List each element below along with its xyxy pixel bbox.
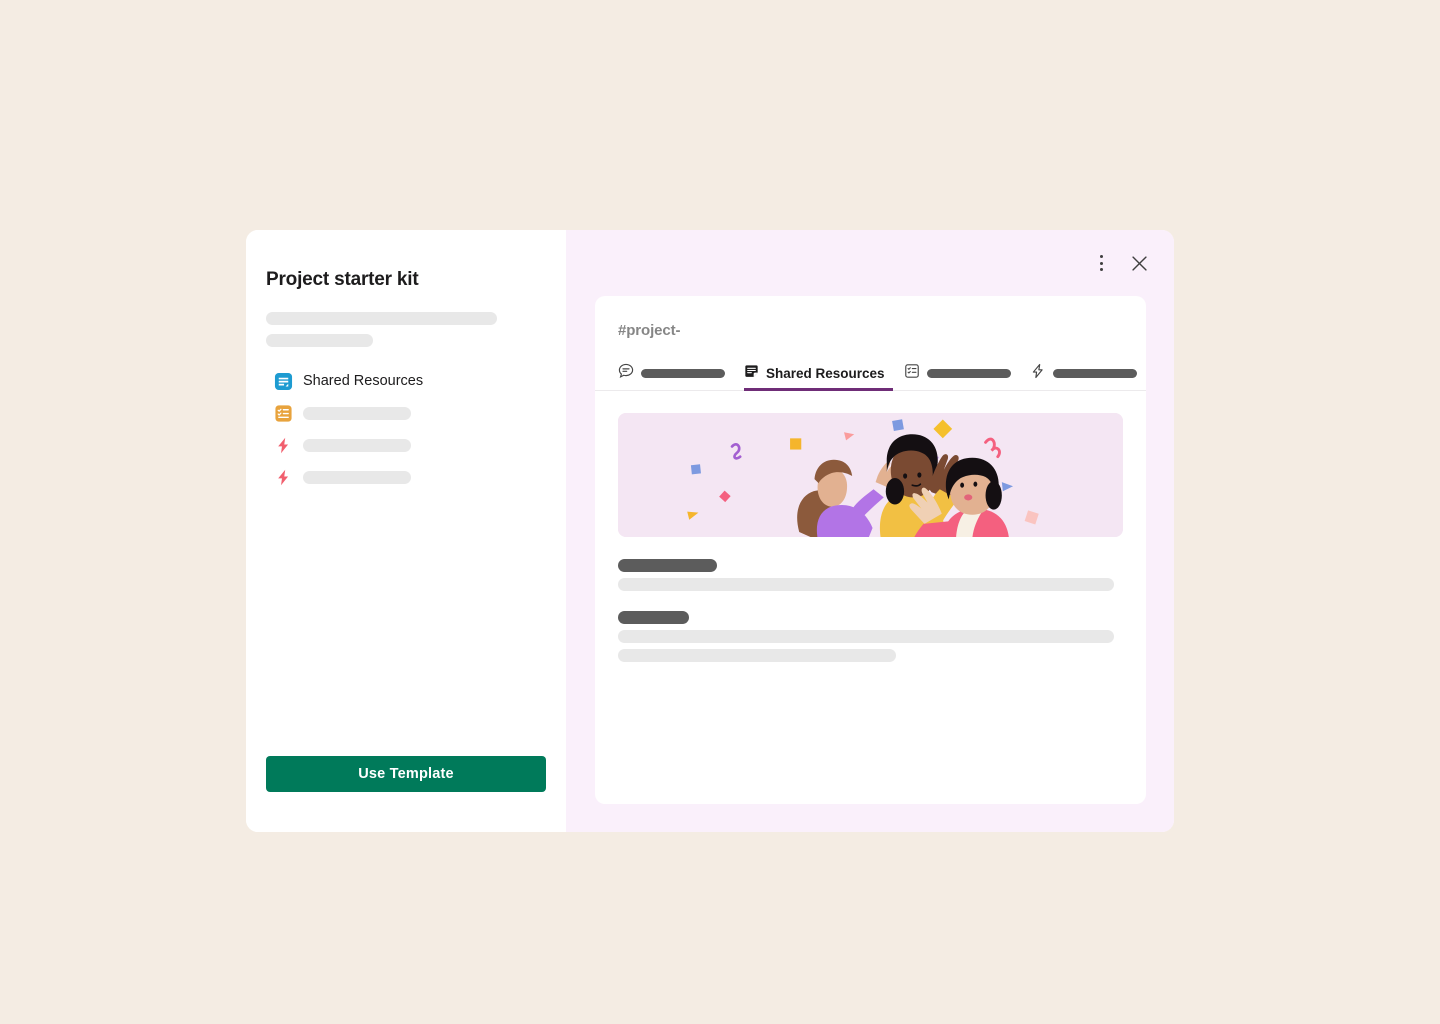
template-preview-panel: #project- Shared Resources xyxy=(566,230,1174,832)
tab-label-skeleton xyxy=(926,369,1011,378)
canvas-icon xyxy=(273,371,293,391)
content-line-skeleton-1 xyxy=(618,578,1114,591)
list-outline-icon xyxy=(904,363,920,384)
channel-tab-bar: Shared Resources xyxy=(595,339,1146,391)
content-heading-skeleton-1 xyxy=(618,559,717,572)
tab-label: Shared Resources xyxy=(766,366,885,381)
celebration-illustration xyxy=(618,413,1123,537)
channel-preview-card: #project- Shared Resources xyxy=(595,296,1146,804)
content-line-skeleton-2 xyxy=(618,630,1114,643)
use-template-button[interactable]: Use Template xyxy=(266,756,546,792)
tab-messages[interactable] xyxy=(618,359,733,391)
list-icon xyxy=(273,403,293,423)
content-skeleton-group xyxy=(618,537,1123,662)
channel-preview-body xyxy=(595,391,1146,662)
workflow-bolt-icon xyxy=(273,467,293,487)
workflow-bolt-icon xyxy=(273,435,293,455)
sidebar-item-list-placeholder[interactable] xyxy=(266,402,546,424)
messages-icon xyxy=(618,363,634,384)
tab-label-skeleton xyxy=(1052,369,1137,378)
content-line-skeleton-3 xyxy=(618,649,896,662)
template-preview-modal: Project starter kit Shared Resources Use… xyxy=(246,230,1174,832)
tab-label-skeleton xyxy=(641,369,725,378)
sidebar-item-skeleton xyxy=(303,438,411,452)
template-details-sidebar: Project starter kit Shared Resources Use… xyxy=(246,230,566,832)
sidebar-item-skeleton xyxy=(303,470,411,484)
tab-workflows[interactable] xyxy=(1030,359,1145,391)
preview-toolbar xyxy=(566,230,1174,296)
channel-name: #project- xyxy=(618,322,681,339)
sidebar-item-shared-resources[interactable]: Shared Resources xyxy=(266,370,546,392)
page-title: Project starter kit xyxy=(266,269,419,290)
sidebar-item-label: Shared Resources xyxy=(303,373,424,389)
bolt-outline-icon xyxy=(1030,363,1046,384)
sidebar-description-skeleton-line-1 xyxy=(266,312,497,325)
sidebar-item-workflow-placeholder-2[interactable] xyxy=(266,466,546,488)
tab-lists[interactable] xyxy=(904,359,1019,391)
close-icon xyxy=(1131,255,1147,271)
kebab-menu-icon xyxy=(1099,254,1103,273)
sidebar-description-skeleton-line-2 xyxy=(266,334,373,347)
sidebar-item-list: Shared Resources xyxy=(266,370,546,488)
tab-shared-resources[interactable]: Shared Resources xyxy=(744,359,893,391)
canvas-icon xyxy=(744,364,759,384)
close-button[interactable] xyxy=(1126,250,1152,276)
sidebar-item-skeleton xyxy=(303,406,411,420)
sidebar-item-workflow-placeholder-1[interactable] xyxy=(266,434,546,456)
more-options-button[interactable] xyxy=(1088,250,1114,276)
content-heading-skeleton-2 xyxy=(618,611,689,624)
